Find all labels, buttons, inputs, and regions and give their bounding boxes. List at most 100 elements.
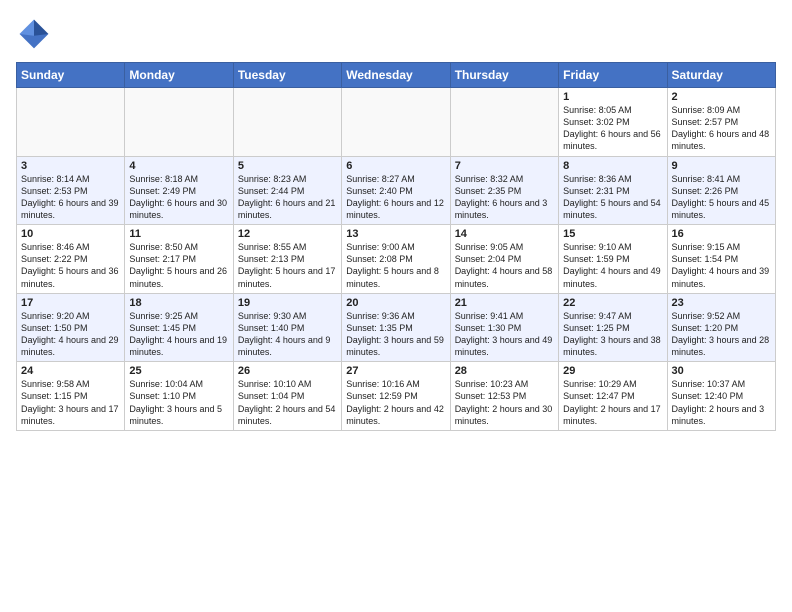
calendar-cell: 28Sunrise: 10:23 AM Sunset: 12:53 PM Day… xyxy=(450,362,558,431)
calendar-week-1: 1Sunrise: 8:05 AM Sunset: 3:02 PM Daylig… xyxy=(17,88,776,157)
calendar-week-2: 3Sunrise: 8:14 AM Sunset: 2:53 PM Daylig… xyxy=(17,156,776,225)
calendar-cell xyxy=(450,88,558,157)
calendar-cell: 18Sunrise: 9:25 AM Sunset: 1:45 PM Dayli… xyxy=(125,293,233,362)
calendar-cell: 23Sunrise: 9:52 AM Sunset: 1:20 PM Dayli… xyxy=(667,293,775,362)
day-number: 15 xyxy=(563,228,662,240)
day-info: Sunrise: 9:58 AM Sunset: 1:15 PM Dayligh… xyxy=(21,378,120,427)
calendar-cell: 4Sunrise: 8:18 AM Sunset: 2:49 PM Daylig… xyxy=(125,156,233,225)
day-number: 1 xyxy=(563,91,662,103)
day-info: Sunrise: 10:16 AM Sunset: 12:59 PM Dayli… xyxy=(346,378,445,427)
calendar-header-thursday: Thursday xyxy=(450,63,558,88)
calendar-cell: 6Sunrise: 8:27 AM Sunset: 2:40 PM Daylig… xyxy=(342,156,450,225)
calendar-cell: 15Sunrise: 9:10 AM Sunset: 1:59 PM Dayli… xyxy=(559,225,667,294)
calendar-cell: 5Sunrise: 8:23 AM Sunset: 2:44 PM Daylig… xyxy=(233,156,341,225)
day-number: 26 xyxy=(238,365,337,377)
day-number: 6 xyxy=(346,160,445,172)
day-info: Sunrise: 9:20 AM Sunset: 1:50 PM Dayligh… xyxy=(21,310,120,359)
day-number: 9 xyxy=(672,160,771,172)
day-info: Sunrise: 8:50 AM Sunset: 2:17 PM Dayligh… xyxy=(129,241,228,290)
calendar-cell: 1Sunrise: 8:05 AM Sunset: 3:02 PM Daylig… xyxy=(559,88,667,157)
calendar-cell: 30Sunrise: 10:37 AM Sunset: 12:40 PM Day… xyxy=(667,362,775,431)
calendar-cell xyxy=(125,88,233,157)
day-number: 16 xyxy=(672,228,771,240)
day-info: Sunrise: 8:27 AM Sunset: 2:40 PM Dayligh… xyxy=(346,173,445,222)
day-number: 5 xyxy=(238,160,337,172)
calendar-week-4: 17Sunrise: 9:20 AM Sunset: 1:50 PM Dayli… xyxy=(17,293,776,362)
calendar-cell: 8Sunrise: 8:36 AM Sunset: 2:31 PM Daylig… xyxy=(559,156,667,225)
day-number: 23 xyxy=(672,297,771,309)
calendar-week-5: 24Sunrise: 9:58 AM Sunset: 1:15 PM Dayli… xyxy=(17,362,776,431)
calendar-cell: 3Sunrise: 8:14 AM Sunset: 2:53 PM Daylig… xyxy=(17,156,125,225)
day-number: 2 xyxy=(672,91,771,103)
calendar-cell: 7Sunrise: 8:32 AM Sunset: 2:35 PM Daylig… xyxy=(450,156,558,225)
day-info: Sunrise: 9:41 AM Sunset: 1:30 PM Dayligh… xyxy=(455,310,554,359)
day-number: 12 xyxy=(238,228,337,240)
calendar-week-3: 10Sunrise: 8:46 AM Sunset: 2:22 PM Dayli… xyxy=(17,225,776,294)
day-info: Sunrise: 8:18 AM Sunset: 2:49 PM Dayligh… xyxy=(129,173,228,222)
calendar-cell: 16Sunrise: 9:15 AM Sunset: 1:54 PM Dayli… xyxy=(667,225,775,294)
day-info: Sunrise: 9:05 AM Sunset: 2:04 PM Dayligh… xyxy=(455,241,554,290)
day-info: Sunrise: 9:36 AM Sunset: 1:35 PM Dayligh… xyxy=(346,310,445,359)
calendar-cell: 13Sunrise: 9:00 AM Sunset: 2:08 PM Dayli… xyxy=(342,225,450,294)
day-number: 7 xyxy=(455,160,554,172)
day-info: Sunrise: 8:32 AM Sunset: 2:35 PM Dayligh… xyxy=(455,173,554,222)
calendar-cell: 26Sunrise: 10:10 AM Sunset: 1:04 PM Dayl… xyxy=(233,362,341,431)
day-number: 21 xyxy=(455,297,554,309)
header xyxy=(16,16,776,52)
day-number: 25 xyxy=(129,365,228,377)
calendar-header-saturday: Saturday xyxy=(667,63,775,88)
day-info: Sunrise: 9:52 AM Sunset: 1:20 PM Dayligh… xyxy=(672,310,771,359)
calendar-cell: 17Sunrise: 9:20 AM Sunset: 1:50 PM Dayli… xyxy=(17,293,125,362)
day-number: 4 xyxy=(129,160,228,172)
calendar-cell: 21Sunrise: 9:41 AM Sunset: 1:30 PM Dayli… xyxy=(450,293,558,362)
day-number: 13 xyxy=(346,228,445,240)
calendar-cell: 2Sunrise: 8:09 AM Sunset: 2:57 PM Daylig… xyxy=(667,88,775,157)
day-number: 28 xyxy=(455,365,554,377)
day-info: Sunrise: 9:00 AM Sunset: 2:08 PM Dayligh… xyxy=(346,241,445,290)
day-number: 8 xyxy=(563,160,662,172)
day-info: Sunrise: 8:36 AM Sunset: 2:31 PM Dayligh… xyxy=(563,173,662,222)
day-info: Sunrise: 9:30 AM Sunset: 1:40 PM Dayligh… xyxy=(238,310,337,359)
logo xyxy=(16,16,56,52)
calendar-cell: 27Sunrise: 10:16 AM Sunset: 12:59 PM Day… xyxy=(342,362,450,431)
calendar-header-sunday: Sunday xyxy=(17,63,125,88)
day-number: 27 xyxy=(346,365,445,377)
day-info: Sunrise: 8:05 AM Sunset: 3:02 PM Dayligh… xyxy=(563,104,662,153)
day-number: 3 xyxy=(21,160,120,172)
day-number: 30 xyxy=(672,365,771,377)
calendar-cell: 11Sunrise: 8:50 AM Sunset: 2:17 PM Dayli… xyxy=(125,225,233,294)
calendar-cell xyxy=(342,88,450,157)
calendar-cell: 9Sunrise: 8:41 AM Sunset: 2:26 PM Daylig… xyxy=(667,156,775,225)
day-info: Sunrise: 10:37 AM Sunset: 12:40 PM Dayli… xyxy=(672,378,771,427)
calendar-header-tuesday: Tuesday xyxy=(233,63,341,88)
day-number: 22 xyxy=(563,297,662,309)
calendar-cell: 29Sunrise: 10:29 AM Sunset: 12:47 PM Day… xyxy=(559,362,667,431)
calendar-cell: 12Sunrise: 8:55 AM Sunset: 2:13 PM Dayli… xyxy=(233,225,341,294)
day-info: Sunrise: 8:41 AM Sunset: 2:26 PM Dayligh… xyxy=(672,173,771,222)
day-info: Sunrise: 9:47 AM Sunset: 1:25 PM Dayligh… xyxy=(563,310,662,359)
calendar-cell: 25Sunrise: 10:04 AM Sunset: 1:10 PM Dayl… xyxy=(125,362,233,431)
logo-icon xyxy=(16,16,52,52)
day-number: 11 xyxy=(129,228,228,240)
day-info: Sunrise: 10:23 AM Sunset: 12:53 PM Dayli… xyxy=(455,378,554,427)
day-number: 17 xyxy=(21,297,120,309)
day-number: 24 xyxy=(21,365,120,377)
day-number: 10 xyxy=(21,228,120,240)
day-info: Sunrise: 10:10 AM Sunset: 1:04 PM Daylig… xyxy=(238,378,337,427)
calendar-header-row: SundayMondayTuesdayWednesdayThursdayFrid… xyxy=(17,63,776,88)
day-number: 29 xyxy=(563,365,662,377)
calendar: SundayMondayTuesdayWednesdayThursdayFrid… xyxy=(16,62,776,431)
page: SundayMondayTuesdayWednesdayThursdayFrid… xyxy=(0,0,792,441)
day-info: Sunrise: 8:55 AM Sunset: 2:13 PM Dayligh… xyxy=(238,241,337,290)
calendar-header-wednesday: Wednesday xyxy=(342,63,450,88)
calendar-cell: 24Sunrise: 9:58 AM Sunset: 1:15 PM Dayli… xyxy=(17,362,125,431)
calendar-header-monday: Monday xyxy=(125,63,233,88)
calendar-cell: 22Sunrise: 9:47 AM Sunset: 1:25 PM Dayli… xyxy=(559,293,667,362)
day-number: 19 xyxy=(238,297,337,309)
day-info: Sunrise: 8:23 AM Sunset: 2:44 PM Dayligh… xyxy=(238,173,337,222)
day-info: Sunrise: 8:09 AM Sunset: 2:57 PM Dayligh… xyxy=(672,104,771,153)
day-number: 14 xyxy=(455,228,554,240)
calendar-header-friday: Friday xyxy=(559,63,667,88)
day-info: Sunrise: 8:14 AM Sunset: 2:53 PM Dayligh… xyxy=(21,173,120,222)
day-number: 20 xyxy=(346,297,445,309)
